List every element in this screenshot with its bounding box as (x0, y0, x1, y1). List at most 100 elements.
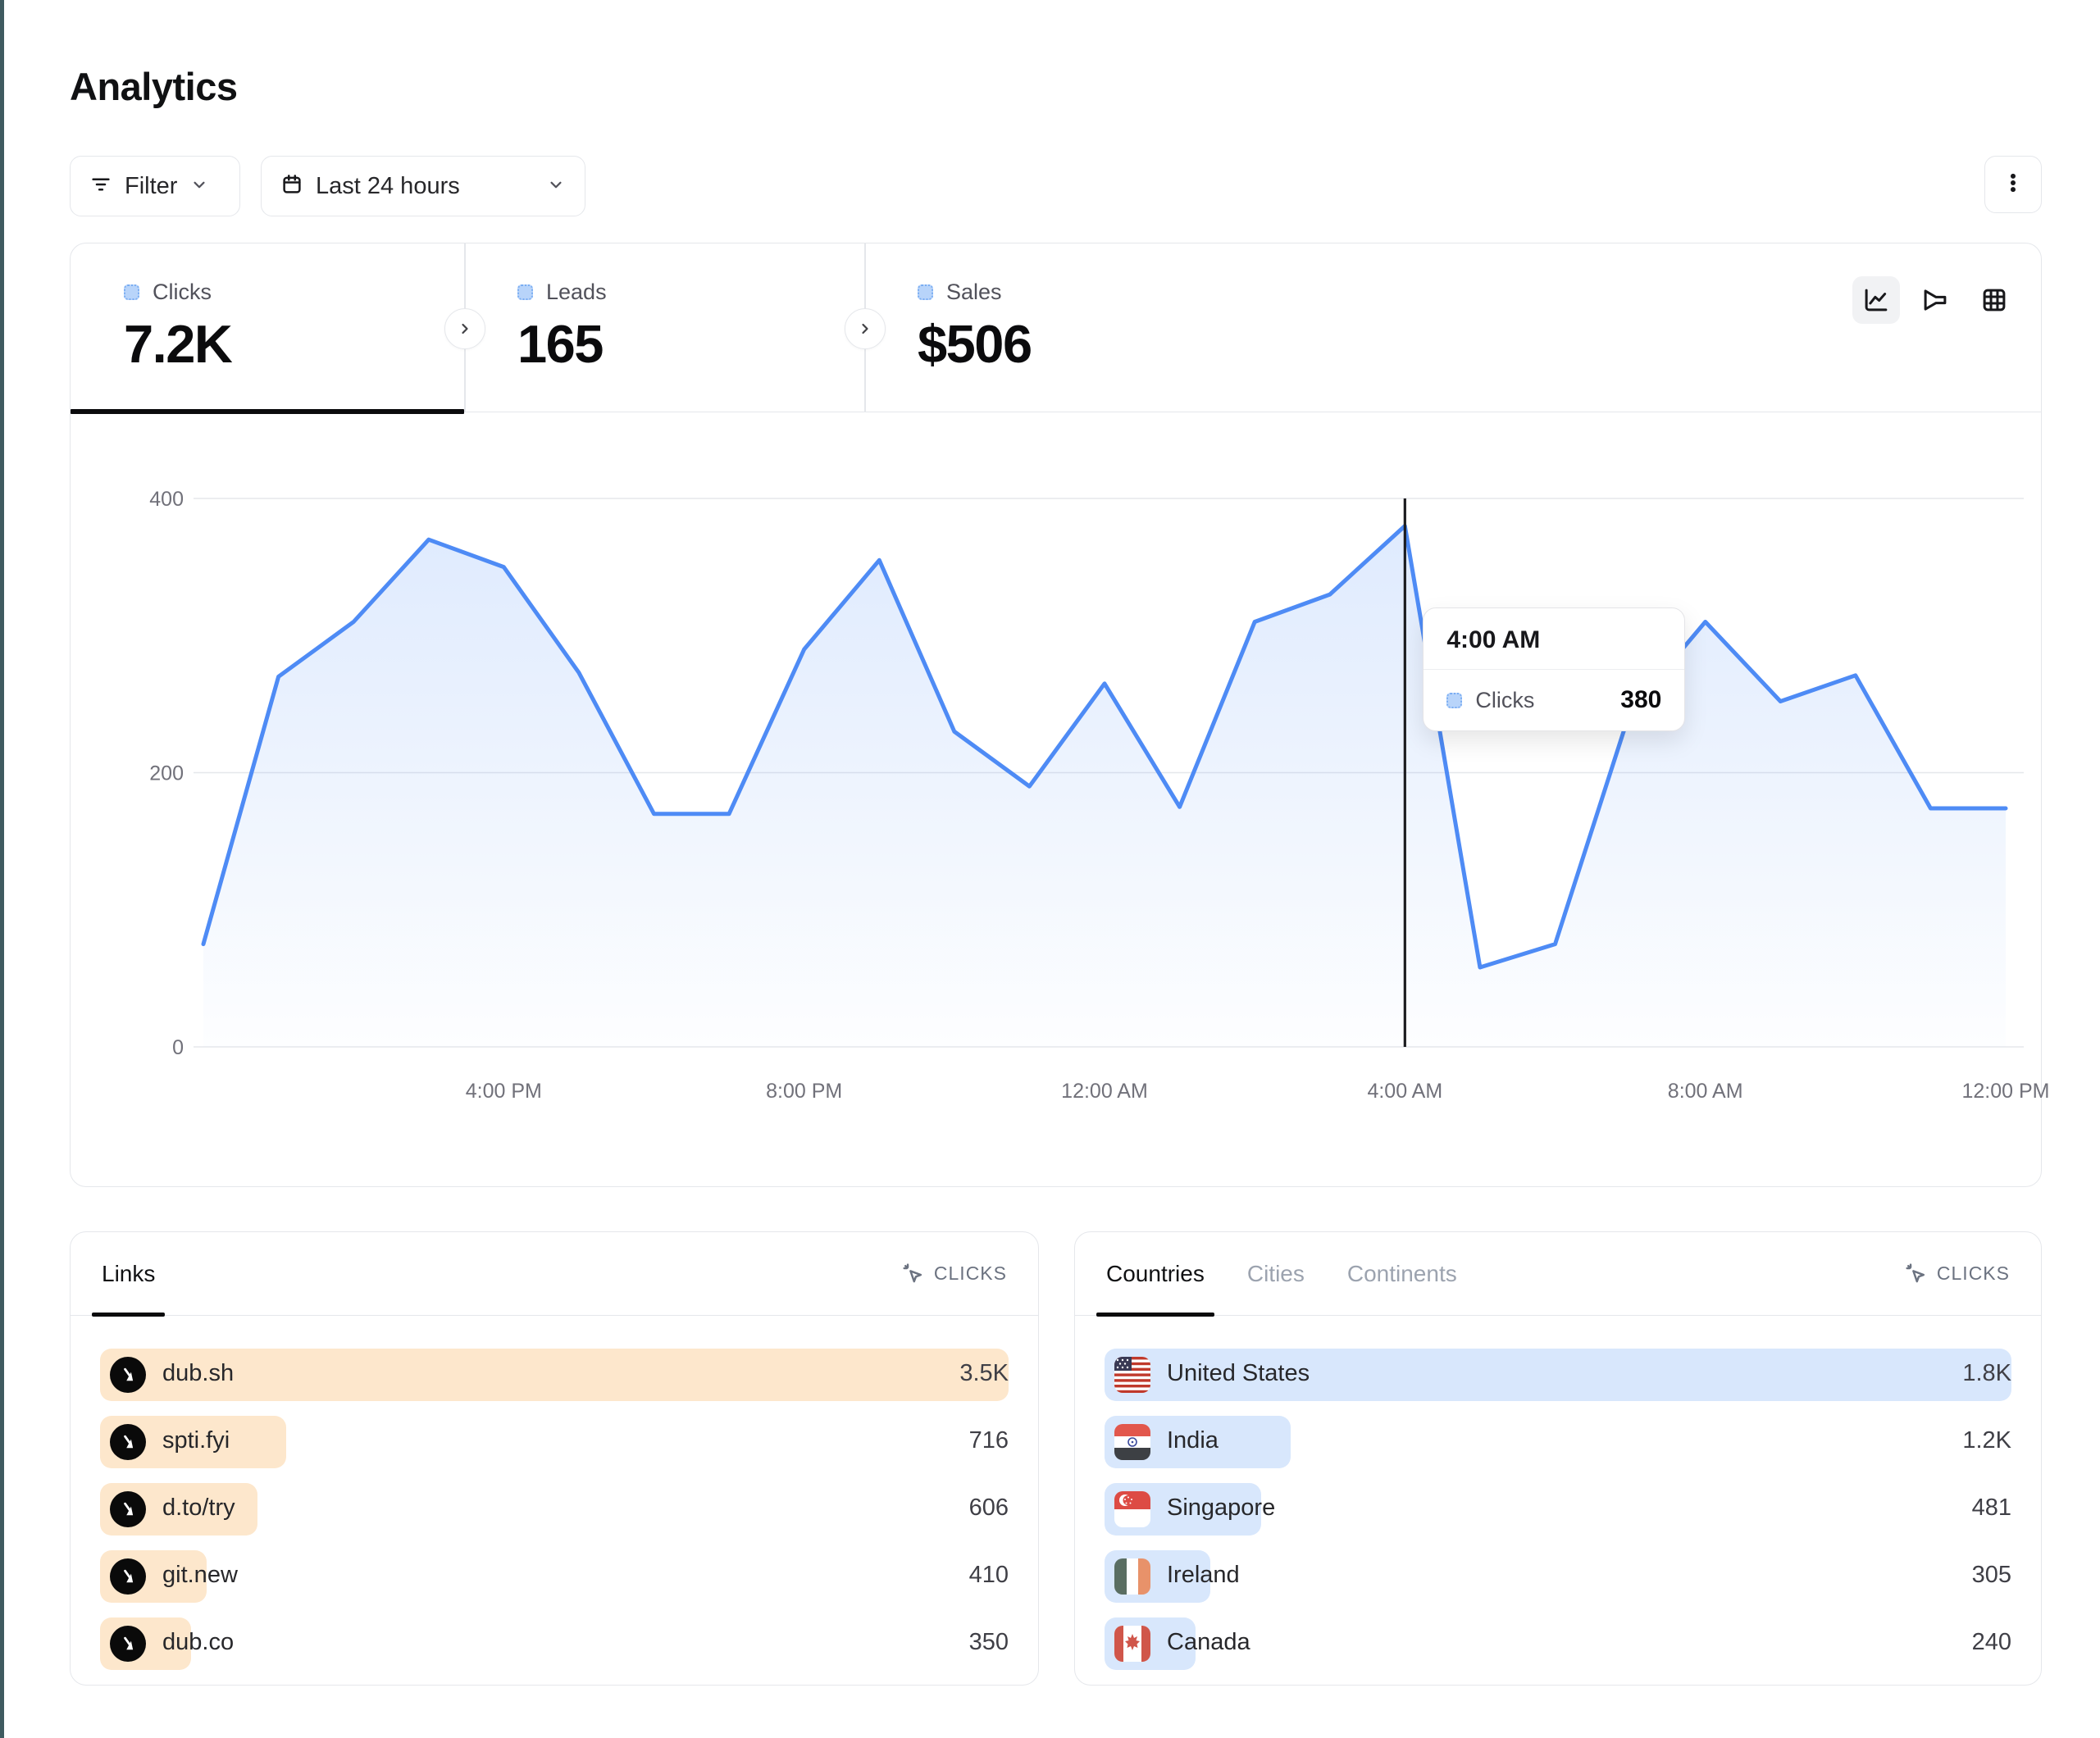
x-axis-tick: 8:00 AM (1668, 1080, 1743, 1103)
list-item[interactable]: United States 1.8K (1105, 1349, 2011, 1416)
view-funnel-button[interactable] (1911, 276, 1959, 324)
filter-button-label: Filter (125, 173, 177, 200)
sales-legend-dot (918, 284, 933, 300)
expand-leads-chevron-button[interactable] (845, 308, 886, 349)
chart-tooltip: 4:00 AM Clicks 380 (1423, 607, 1685, 731)
stat-label: Sales (946, 280, 1002, 305)
stat-value: 7.2K (124, 313, 464, 375)
y-axis-tick: 400 (149, 488, 184, 511)
calendar-icon (280, 172, 304, 201)
dub-logo-icon (110, 1424, 146, 1460)
tab-links[interactable]: Links (102, 1232, 155, 1315)
x-axis-tick: 8:00 PM (766, 1080, 842, 1103)
list-item[interactable]: Canada 240 (1105, 1617, 2011, 1685)
dub-logo-icon (110, 1626, 146, 1662)
date-range-button[interactable]: Last 24 hours (261, 156, 585, 216)
metric-label: CLICKS (934, 1263, 1007, 1285)
x-axis-tick: 4:00 AM (1367, 1080, 1442, 1103)
clicks-legend-dot (124, 284, 139, 300)
row-label: dub.sh (162, 1360, 234, 1387)
tab-cities[interactable]: Cities (1247, 1232, 1305, 1315)
countries-panel: Countries Cities Continents CLICKS United … (1074, 1231, 2042, 1686)
row-label: dub.co (162, 1629, 234, 1656)
filter-button[interactable]: Filter (70, 156, 240, 216)
clicks-timeseries-chart[interactable]: 0 200 400 4:00 PM 8:00 PM 12:00 AM 4:00 AM 8:00… (71, 412, 2043, 1188)
filter-icon (89, 172, 113, 201)
row-label: spti.fyi (162, 1427, 230, 1454)
chart-view-toolbar (1852, 276, 2018, 324)
cursor-click-icon (1903, 1261, 1929, 1286)
list-item[interactable]: git.new 410 (100, 1550, 1009, 1617)
row-value: 305 (1972, 1562, 2011, 1589)
x-axis-tick: 12:00 AM (1061, 1080, 1148, 1103)
stats-tabs-row: Clicks 7.2K Leads 165 Sales $506 (71, 243, 2041, 412)
countries-metric[interactable]: CLICKS (1903, 1261, 2010, 1286)
links-panel: Links CLICKS dub.sh 3.5K spti.fyi 716 d.… (70, 1231, 1039, 1686)
area-fill (203, 526, 2006, 1048)
row-label: d.to/try (162, 1495, 235, 1522)
stat-value: 165 (517, 313, 864, 375)
line-chart-icon (1861, 284, 1892, 316)
metric-label: CLICKS (1937, 1263, 2010, 1285)
list-item[interactable]: Singapore 481 (1105, 1483, 2011, 1550)
analytics-page: Analytics Filter Last 24 hours Cli (0, 0, 2100, 1738)
stat-value: $506 (918, 313, 1274, 375)
chevron-right-icon (455, 319, 475, 339)
flag-canada-icon (1114, 1626, 1150, 1662)
row-value: 481 (1972, 1495, 2011, 1522)
tooltip-series-dot (1446, 693, 1462, 708)
stat-label: Clicks (153, 280, 212, 305)
row-value: 350 (969, 1629, 1009, 1656)
list-item[interactable]: Ireland 305 (1105, 1550, 2011, 1617)
y-axis-tick: 200 (149, 762, 184, 785)
y-axis-tick: 0 (172, 1036, 184, 1059)
x-axis-tick: 4:00 PM (466, 1080, 542, 1103)
row-value: 606 (969, 1495, 1009, 1522)
row-label: Canada (1167, 1629, 1250, 1656)
dub-logo-icon (110, 1357, 146, 1393)
tab-continents[interactable]: Continents (1347, 1232, 1457, 1315)
value-bar (100, 1349, 1009, 1401)
chevron-right-icon (855, 319, 875, 339)
row-label: git.new (162, 1562, 238, 1589)
funnel-icon (1920, 284, 1951, 316)
row-label: Ireland (1167, 1562, 1240, 1589)
chevron-down-icon (545, 174, 567, 199)
x-axis-tick: 12:00 PM (1961, 1080, 2049, 1103)
flag-us-icon (1114, 1357, 1150, 1393)
flag-india-icon (1114, 1424, 1150, 1460)
expand-clicks-chevron-button[interactable] (444, 308, 485, 349)
row-label: India (1167, 1427, 1219, 1454)
tooltip-series-label: Clicks (1475, 688, 1607, 713)
list-item[interactable]: dub.sh 3.5K (100, 1349, 1009, 1416)
list-item[interactable]: India 1.2K (1105, 1416, 2011, 1483)
list-item[interactable]: dub.co 350 (100, 1617, 1009, 1685)
list-item[interactable]: spti.fyi 716 (100, 1416, 1009, 1483)
row-label: United States (1167, 1360, 1310, 1387)
row-value: 240 (1972, 1629, 2011, 1656)
stat-tab-leads[interactable]: Leads 165 (464, 243, 864, 412)
row-value: 716 (969, 1427, 1009, 1454)
flag-singapore-icon (1114, 1491, 1150, 1527)
row-value: 3.5K (959, 1360, 1009, 1387)
links-metric[interactable]: CLICKS (900, 1261, 1007, 1286)
view-line-chart-button[interactable] (1852, 276, 1900, 324)
stat-tab-sales[interactable]: Sales $506 (864, 243, 1274, 412)
stat-label: Leads (546, 280, 607, 305)
tab-countries[interactable]: Countries (1106, 1232, 1205, 1315)
list-item[interactable]: d.to/try 606 (100, 1483, 1009, 1550)
more-options-button[interactable] (1984, 156, 2042, 213)
row-label: Singapore (1167, 1495, 1275, 1522)
analytics-chart-card: Clicks 7.2K Leads 165 Sales $506 (70, 243, 2042, 1187)
view-table-button[interactable] (1970, 276, 2018, 324)
tooltip-series-value: 380 (1620, 686, 1661, 714)
table-grid-icon (1979, 284, 2010, 316)
stat-tab-clicks[interactable]: Clicks 7.2K (71, 243, 464, 412)
window-edge-strip (0, 0, 4, 1738)
dub-logo-icon (110, 1491, 146, 1527)
row-value: 410 (969, 1562, 1009, 1589)
row-value: 1.8K (1962, 1360, 2011, 1387)
chevron-down-icon (189, 174, 210, 199)
links-panel-header: Links CLICKS (71, 1232, 1038, 1316)
date-range-label: Last 24 hours (316, 173, 460, 200)
